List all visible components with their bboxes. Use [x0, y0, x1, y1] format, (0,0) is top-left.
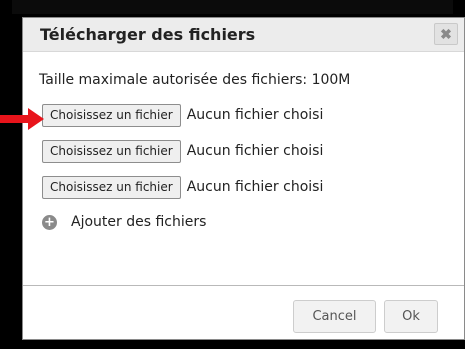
file-status-1: Aucun fichier choisi	[186, 107, 324, 123]
file-input-1: Choisissez un fichier Aucun fichier choi…	[39, 102, 454, 128]
footer-divider	[23, 285, 464, 286]
file-input-2: Choisissez un fichier Aucun fichier choi…	[39, 138, 454, 164]
max-size-text: Taille maximale autorisée des fichiers: …	[39, 72, 351, 88]
background-page	[12, 0, 453, 14]
file-status-3: Aucun fichier choisi	[186, 179, 324, 195]
plus-circle-icon: +	[42, 214, 57, 230]
choose-file-button-2[interactable]: Choisissez un fichier	[42, 139, 181, 163]
dialog-content: Taille maximale autorisée des fichiers: …	[39, 70, 454, 234]
dialog-titlebar: Télécharger des fichiers ✖	[23, 18, 464, 52]
ok-button[interactable]: Ok	[384, 300, 438, 333]
add-files-label: Ajouter des fichiers	[71, 214, 207, 230]
cancel-button[interactable]: Cancel	[293, 300, 376, 333]
choose-file-button-1[interactable]: Choisissez un fichier	[42, 103, 181, 127]
dialog-title: Télécharger des fichiers	[40, 25, 256, 44]
close-icon[interactable]: ✖	[434, 23, 458, 45]
red-arrow-icon	[0, 108, 44, 130]
add-files-link[interactable]: + Ajouter des fichiers	[39, 210, 454, 234]
file-status-2: Aucun fichier choisi	[186, 143, 324, 159]
choose-file-button-3[interactable]: Choisissez un fichier	[42, 175, 181, 199]
file-input-3: Choisissez un fichier Aucun fichier choi…	[39, 174, 454, 200]
upload-dialog: Télécharger des fichiers ✖ Taille maxima…	[22, 17, 465, 340]
